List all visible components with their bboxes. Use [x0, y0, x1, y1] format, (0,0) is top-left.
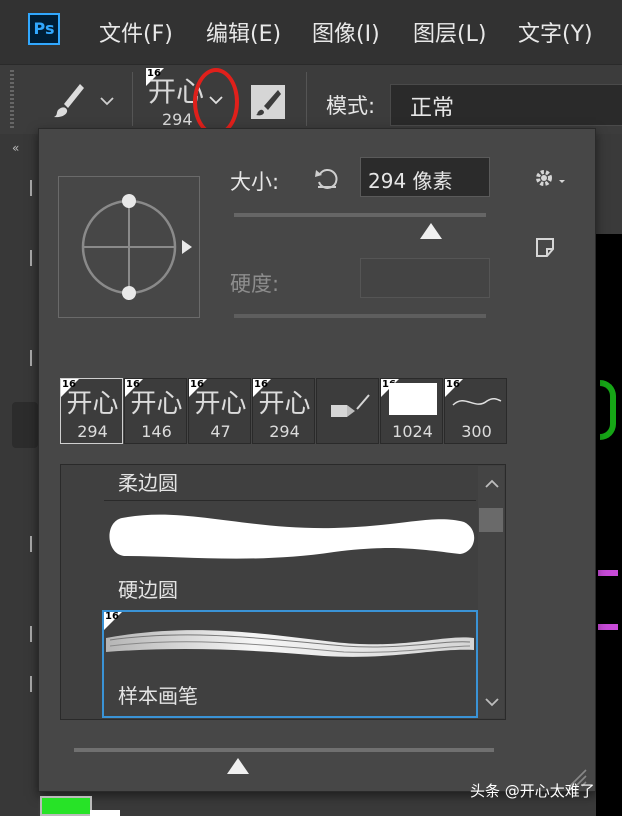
- preset-size: 294: [269, 422, 300, 441]
- photoshop-logo-icon[interactable]: Ps: [28, 13, 60, 45]
- divider: [132, 72, 133, 126]
- ruler-mark: [30, 626, 32, 642]
- size-value: 294 像素: [368, 169, 453, 193]
- pencil-icon: [331, 394, 370, 417]
- preset-glyph: 开心: [66, 389, 119, 419]
- preset-slot[interactable]: [316, 378, 379, 444]
- preset-glyph: 开心: [130, 389, 183, 419]
- scroll-up-icon[interactable]: [484, 478, 500, 490]
- left-toolbar: [0, 134, 38, 816]
- preset-slot[interactable]: 16 开心 146: [124, 378, 187, 444]
- mode-value: 正常: [410, 96, 455, 121]
- preset-slot[interactable]: 16 300: [444, 378, 507, 444]
- collapse-icon[interactable]: «: [12, 141, 19, 155]
- preset-slot[interactable]: 16 开心 294: [252, 378, 315, 444]
- ruler-mark: [30, 180, 32, 196]
- new-preset-icon[interactable]: [534, 236, 558, 260]
- angle-roundness-widget[interactable]: [58, 176, 208, 318]
- brush-tool-icon[interactable]: [50, 80, 86, 120]
- preset-slot[interactable]: 16 开心 47: [188, 378, 251, 444]
- list-scrollbar[interactable]: [478, 466, 504, 718]
- mode-label: 模式:: [326, 94, 376, 118]
- size-slider-track[interactable]: [234, 213, 486, 217]
- size-label: 大小:: [230, 170, 280, 194]
- size-slider-thumb[interactable]: [419, 223, 442, 239]
- brush-panel-toggle-icon[interactable]: [250, 84, 286, 120]
- menu-file[interactable]: 文件(F): [99, 16, 173, 48]
- chevron-down-icon[interactable]: [100, 96, 114, 106]
- canvas-area[interactable]: [596, 134, 622, 816]
- ruler-mark: [30, 676, 32, 692]
- preset-glyph: 开心: [258, 389, 311, 419]
- preset-size: 300: [461, 422, 492, 441]
- ruler-mark: [30, 250, 32, 266]
- brush-size-label: 294: [162, 110, 193, 129]
- preset-size: 47: [210, 422, 231, 441]
- background-color-swatch[interactable]: [90, 810, 120, 816]
- reset-icon[interactable]: [314, 166, 340, 190]
- thumbnail-size-slider-track[interactable]: [74, 748, 494, 752]
- list-item-label: 柔边圆: [118, 471, 178, 495]
- grip-handle-icon[interactable]: [10, 70, 14, 128]
- preset-slot[interactable]: 161024: [380, 378, 443, 444]
- menu-image[interactable]: 图像(I): [312, 16, 380, 48]
- foreground-color-swatch[interactable]: [40, 796, 92, 816]
- sample-thumbnail: [389, 383, 437, 415]
- menu-edit[interactable]: 编辑(E): [206, 16, 281, 48]
- hardness-input: [360, 258, 490, 298]
- ruler: [596, 134, 622, 234]
- sampled-brush-stroke-preview: [106, 630, 474, 657]
- ruler-mark: [30, 350, 32, 366]
- hardness-slider-track: [234, 314, 486, 318]
- menu-type[interactable]: 文字(Y): [518, 16, 593, 48]
- preset-size: 146: [141, 422, 172, 441]
- preset-size: 1024: [392, 422, 433, 441]
- list-item-label: 硬边圆: [118, 578, 178, 602]
- menu-layer[interactable]: 图层(L): [413, 16, 486, 48]
- hardness-label: 硬度:: [230, 272, 280, 296]
- canvas-green-stroke: [600, 380, 616, 440]
- canvas-purple-stroke: [598, 570, 618, 630]
- thumbnail-size-slider-thumb[interactable]: [226, 758, 249, 774]
- preset-size: 294: [77, 422, 108, 441]
- scroll-down-icon[interactable]: [484, 696, 500, 708]
- watermark: 头条 @开心太难了: [470, 782, 595, 800]
- preset-slot[interactable]: 16 开心 294: [60, 378, 123, 444]
- divider: [306, 72, 307, 126]
- hard-round-stroke-preview: [109, 514, 475, 559]
- list-item-label: 样本画笔: [118, 684, 198, 708]
- preset-glyph: 开心: [194, 389, 247, 419]
- ruler-mark: [30, 536, 32, 552]
- canvas-corner: [596, 790, 622, 816]
- highlight-circle: [193, 68, 239, 136]
- gear-icon[interactable]: [532, 166, 568, 190]
- stroke-icon: [452, 397, 502, 406]
- tool-slot[interactable]: [12, 402, 38, 448]
- scrollbar-thumb[interactable]: [479, 508, 503, 532]
